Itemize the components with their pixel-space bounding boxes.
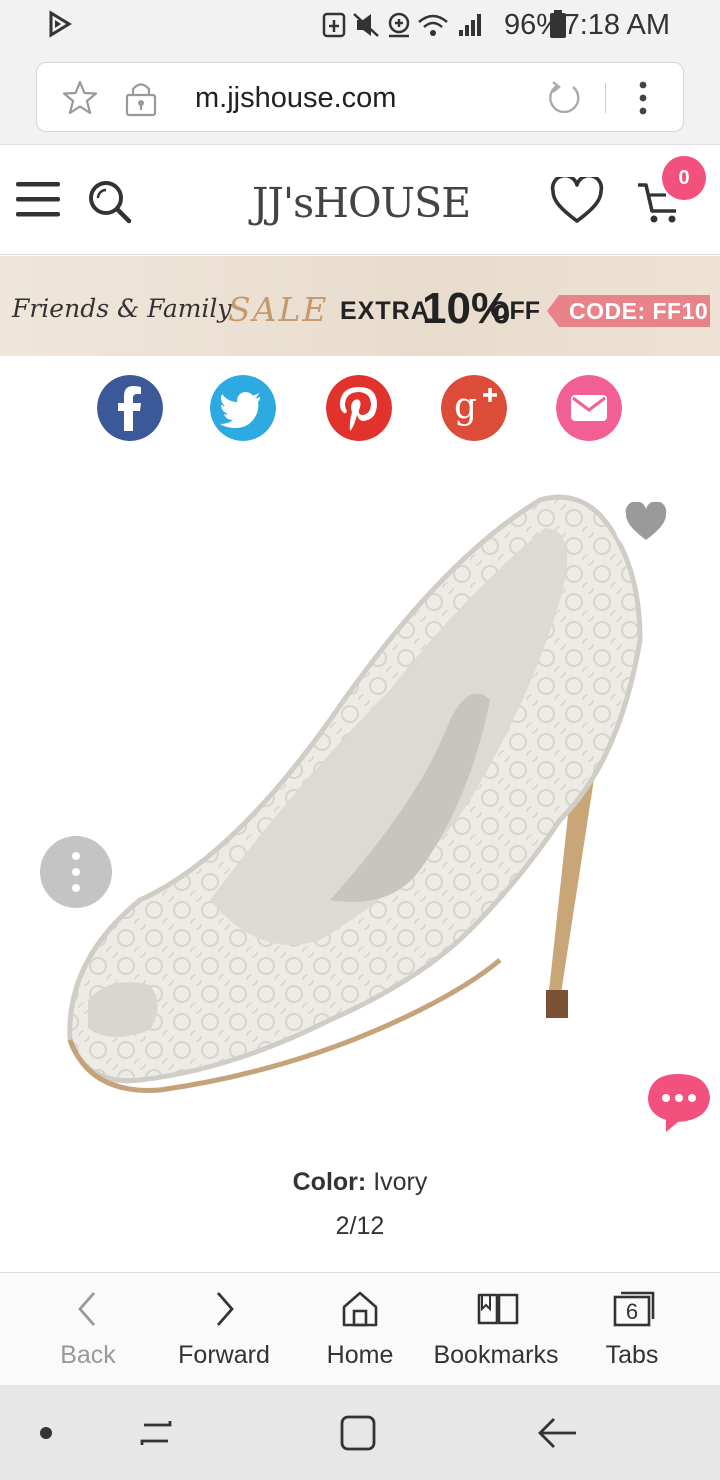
lock-icon[interactable]: [123, 79, 159, 117]
email-icon[interactable]: [556, 375, 622, 441]
play-store-notification-icon: [49, 10, 72, 38]
heart-icon: [625, 502, 667, 540]
floating-more-button[interactable]: [40, 836, 112, 908]
menu-icon[interactable]: [16, 180, 62, 218]
site-header: JJ'sHOUSE: [0, 145, 720, 255]
product-image[interactable]: [0, 470, 720, 1170]
image-counter: 2/12: [335, 1212, 385, 1240]
tabs-button[interactable]: 6 Tabs: [560, 1273, 704, 1386]
back-icon: [78, 1292, 96, 1326]
address-bar[interactable]: m.jjshouse.com: [36, 62, 684, 132]
promo-extra: EXTRA: [340, 297, 430, 325]
google-plus-icon[interactable]: g: [441, 375, 507, 441]
browser-toolbar: m.jjshouse.com: [0, 50, 720, 145]
clock: 7:18 AM: [563, 9, 670, 41]
chat-icon[interactable]: [644, 1070, 714, 1134]
product-wishlist-button[interactable]: [614, 490, 678, 554]
url-text[interactable]: m.jjshouse.com: [195, 82, 396, 115]
home-label: Home: [326, 1341, 394, 1369]
pinterest-icon[interactable]: [326, 375, 392, 441]
bookmarks-label: Bookmarks: [433, 1341, 559, 1369]
facebook-icon[interactable]: [97, 375, 163, 441]
color-label: Color:: [292, 1168, 367, 1196]
nav-dot-icon[interactable]: [38, 1425, 54, 1441]
home-nav-icon[interactable]: [338, 1413, 378, 1453]
promo-code-text: CODE: FF10: [569, 298, 709, 324]
back-nav-icon[interactable]: [536, 1413, 580, 1453]
system-navigation-bar: [0, 1385, 720, 1480]
more-dots-icon: [72, 852, 80, 892]
back-button[interactable]: Back: [16, 1273, 160, 1386]
bookmarks-icon: [477, 1293, 519, 1325]
wishlist-heart-icon[interactable]: [550, 177, 604, 225]
promo-code: CODE: FF10: [547, 295, 710, 327]
tabs-label: Tabs: [605, 1341, 659, 1369]
promo-banner[interactable]: Friends & Family SALE EXTRA 10% OFF CODE…: [0, 256, 720, 356]
cart-count-badge[interactable]: 0: [662, 156, 706, 200]
promo-sale: SALE: [228, 290, 329, 329]
address-bar-divider: [605, 83, 606, 113]
more-options-icon[interactable]: [633, 79, 653, 117]
home-icon: [342, 1291, 378, 1327]
twitter-icon[interactable]: [210, 375, 276, 441]
promo-off: OFF: [490, 297, 540, 325]
promo-friends-family: Friends & Family: [12, 294, 232, 323]
recent-apps-icon[interactable]: [136, 1413, 176, 1453]
site-logo[interactable]: JJ'sHOUSE: [252, 179, 471, 227]
product-color: Color: Ivory: [0, 1168, 720, 1197]
search-icon[interactable]: [86, 178, 134, 226]
browser-bottom-toolbar: Back Forward Home Bookmarks 6 Tabs: [0, 1272, 720, 1385]
forward-icon: [216, 1292, 234, 1326]
tabs-count: 6: [625, 1299, 639, 1324]
color-value: Ivory: [373, 1168, 428, 1196]
bookmark-star-icon[interactable]: [61, 79, 99, 117]
status-icons: [322, 12, 481, 38]
back-label: Back: [60, 1341, 116, 1369]
svg-text:g: g: [454, 386, 477, 427]
home-button[interactable]: Home: [288, 1273, 432, 1386]
product-image-gallery[interactable]: [0, 470, 720, 1170]
forward-button[interactable]: Forward: [152, 1273, 296, 1386]
reload-icon[interactable]: [545, 79, 583, 117]
forward-label: Forward: [178, 1341, 270, 1369]
status-bar: 96% 7:18 AM: [0, 0, 720, 50]
bookmarks-button[interactable]: Bookmarks: [424, 1273, 568, 1386]
